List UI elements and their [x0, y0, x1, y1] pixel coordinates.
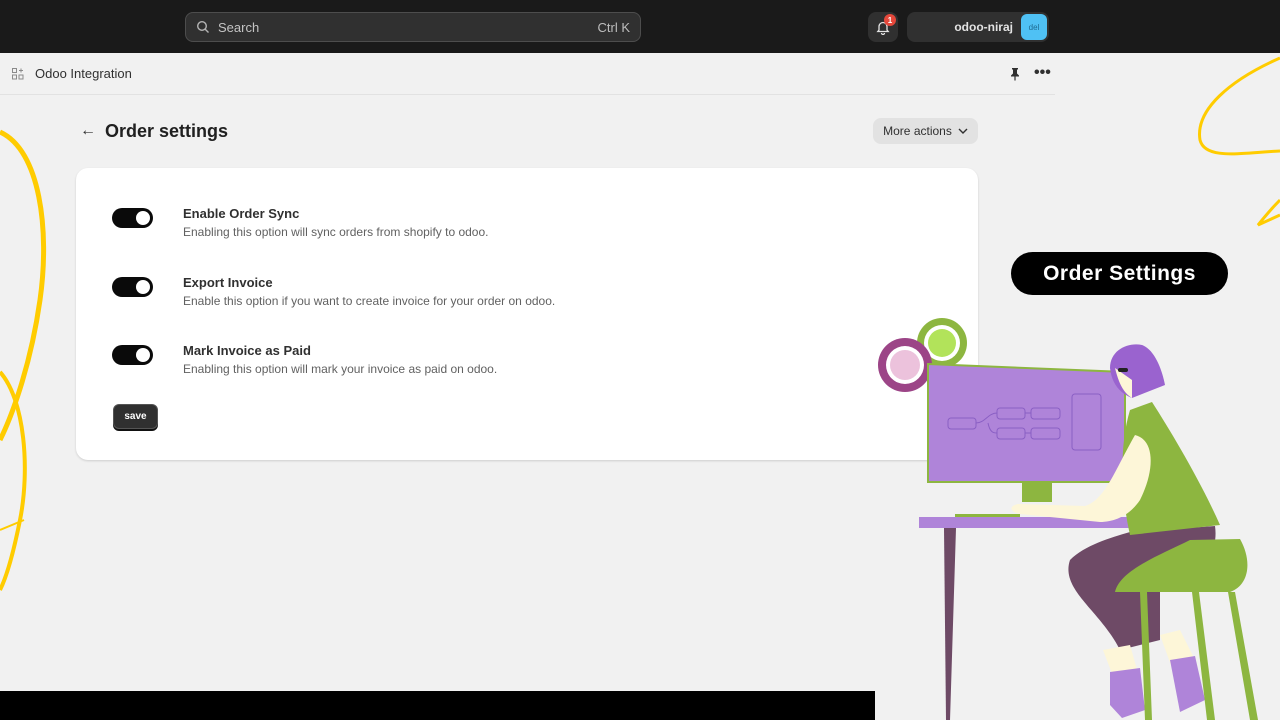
toggle-export-invoice[interactable]	[112, 277, 153, 297]
page-title: Order settings	[105, 121, 229, 141]
account-name: odoo-niraj	[954, 20, 1013, 34]
save-button[interactable]: save	[113, 404, 158, 429]
setting-description: Enable this option if you want to create…	[183, 294, 556, 308]
top-bar: Search Ctrl K 1 odoo-niraj del	[0, 0, 1280, 53]
search-input[interactable]: Search Ctrl K	[185, 12, 641, 42]
app-title: Odoo Integration	[35, 66, 132, 81]
setting-label: Export Invoice	[183, 275, 273, 290]
more-actions-label: More actions	[883, 124, 952, 138]
order-settings-badge: Order Settings	[1011, 252, 1228, 295]
arrow-left-icon[interactable]: ←	[80, 122, 96, 140]
setting-label: Enable Order Sync	[183, 206, 300, 221]
setting-description: Enabling this option will mark your invo…	[183, 362, 498, 376]
toggle-enable-order-sync[interactable]	[112, 208, 153, 228]
bottom-bar	[0, 691, 875, 720]
toggle-knob	[136, 348, 150, 362]
more-actions-button[interactable]: More actions	[873, 118, 978, 144]
notification-badge: 1	[884, 14, 896, 26]
setting-description: Enabling this option will sync orders fr…	[183, 225, 489, 239]
search-placeholder: Search	[218, 19, 260, 35]
account-menu[interactable]: odoo-niraj del	[907, 12, 1049, 42]
toggle-mark-invoice-paid[interactable]	[112, 345, 153, 365]
app-header: Odoo Integration •••	[0, 53, 1055, 95]
monitor	[927, 362, 1126, 483]
notifications-button[interactable]: 1	[868, 12, 898, 42]
search-shortcut: Ctrl K	[597, 19, 631, 35]
person-at-computer-illustration	[878, 318, 1258, 720]
monitor-stand	[1022, 482, 1052, 502]
chevron-down-icon	[958, 128, 968, 134]
pin-icon[interactable]	[1008, 67, 1022, 81]
setting-label: Mark Invoice as Paid	[183, 343, 311, 358]
order-settings-card: Enable Order Sync Enabling this option w…	[76, 168, 978, 460]
avatar: del	[1021, 14, 1047, 40]
apps-icon	[10, 66, 26, 82]
more-horizontal-icon[interactable]: •••	[1034, 65, 1051, 81]
toggle-knob	[136, 211, 150, 225]
toggle-knob	[136, 280, 150, 294]
search-icon	[196, 20, 209, 33]
